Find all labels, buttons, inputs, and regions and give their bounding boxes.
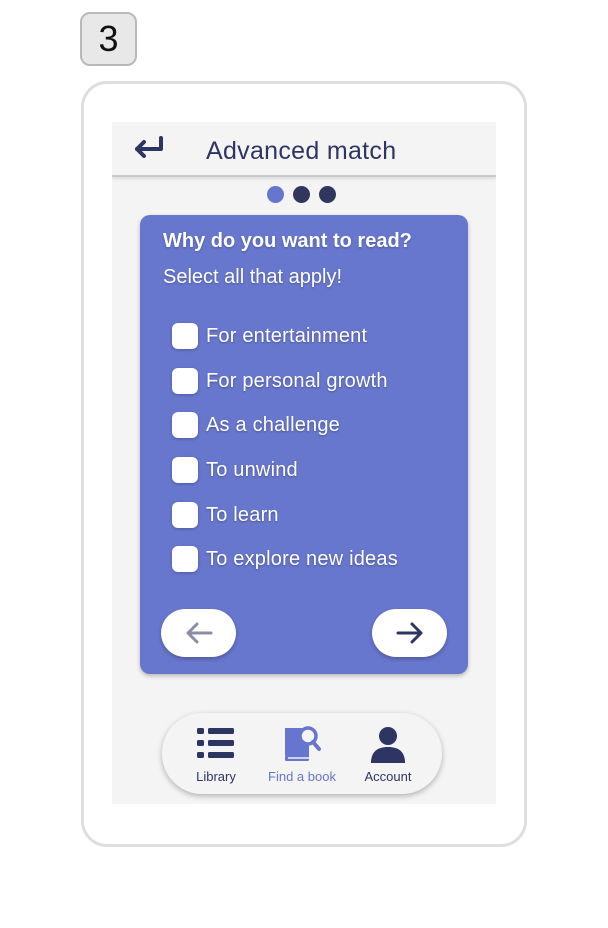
checkbox[interactable] — [172, 368, 198, 394]
checkbox[interactable] — [172, 546, 198, 572]
step-dot — [267, 186, 284, 203]
option-as-a-challenge[interactable]: As a challenge — [172, 410, 340, 440]
app-screen: Advanced match Why do you want to read? … — [112, 122, 496, 804]
option-for-entertainment[interactable]: For entertainment — [172, 321, 367, 351]
bottom-navigation: Library Find a book Account — [162, 713, 442, 794]
option-to-explore-new-ideas[interactable]: To explore new ideas — [172, 544, 398, 574]
app-header: Advanced match — [112, 122, 496, 177]
checkbox[interactable] — [172, 502, 198, 528]
option-label: To unwind — [206, 458, 298, 481]
arrow-left-icon — [186, 622, 212, 644]
nav-label: Account — [364, 769, 412, 784]
option-label: To learn — [206, 503, 279, 526]
step-dot — [293, 186, 310, 203]
list-icon — [196, 725, 236, 766]
nav-find-a-book[interactable]: Find a book — [259, 713, 345, 794]
arrow-right-icon — [396, 622, 422, 644]
option-label: For entertainment — [206, 324, 368, 347]
option-to-unwind[interactable]: To unwind — [172, 455, 298, 485]
next-button[interactable] — [372, 609, 447, 657]
option-to-learn[interactable]: To learn — [172, 500, 279, 530]
option-label: For personal growth — [206, 369, 388, 392]
question-subtitle: Select all that apply! — [163, 266, 342, 288]
checkbox[interactable] — [172, 323, 198, 349]
option-label: As a challenge — [206, 413, 341, 436]
step-number-badge: 3 — [80, 12, 137, 66]
nav-library[interactable]: Library — [173, 713, 259, 794]
checkbox[interactable] — [172, 412, 198, 438]
question-title: Why do you want to read? — [163, 230, 412, 252]
checkbox[interactable] — [172, 457, 198, 483]
back-arrow-icon[interactable] — [128, 134, 168, 164]
nav-label: Find a book — [268, 769, 336, 784]
previous-button[interactable] — [161, 609, 236, 657]
step-dot — [319, 186, 336, 203]
step-progress-dots — [267, 186, 336, 203]
nav-label: Library — [196, 769, 236, 784]
page-title: Advanced match — [206, 137, 397, 165]
option-label: To explore new ideas — [206, 547, 398, 570]
nav-account[interactable]: Account — [345, 713, 431, 794]
person-icon — [368, 725, 408, 770]
option-for-personal-growth[interactable]: For personal growth — [172, 366, 388, 396]
question-card: Why do you want to read? Select all that… — [140, 215, 468, 674]
book-search-icon — [282, 725, 322, 770]
